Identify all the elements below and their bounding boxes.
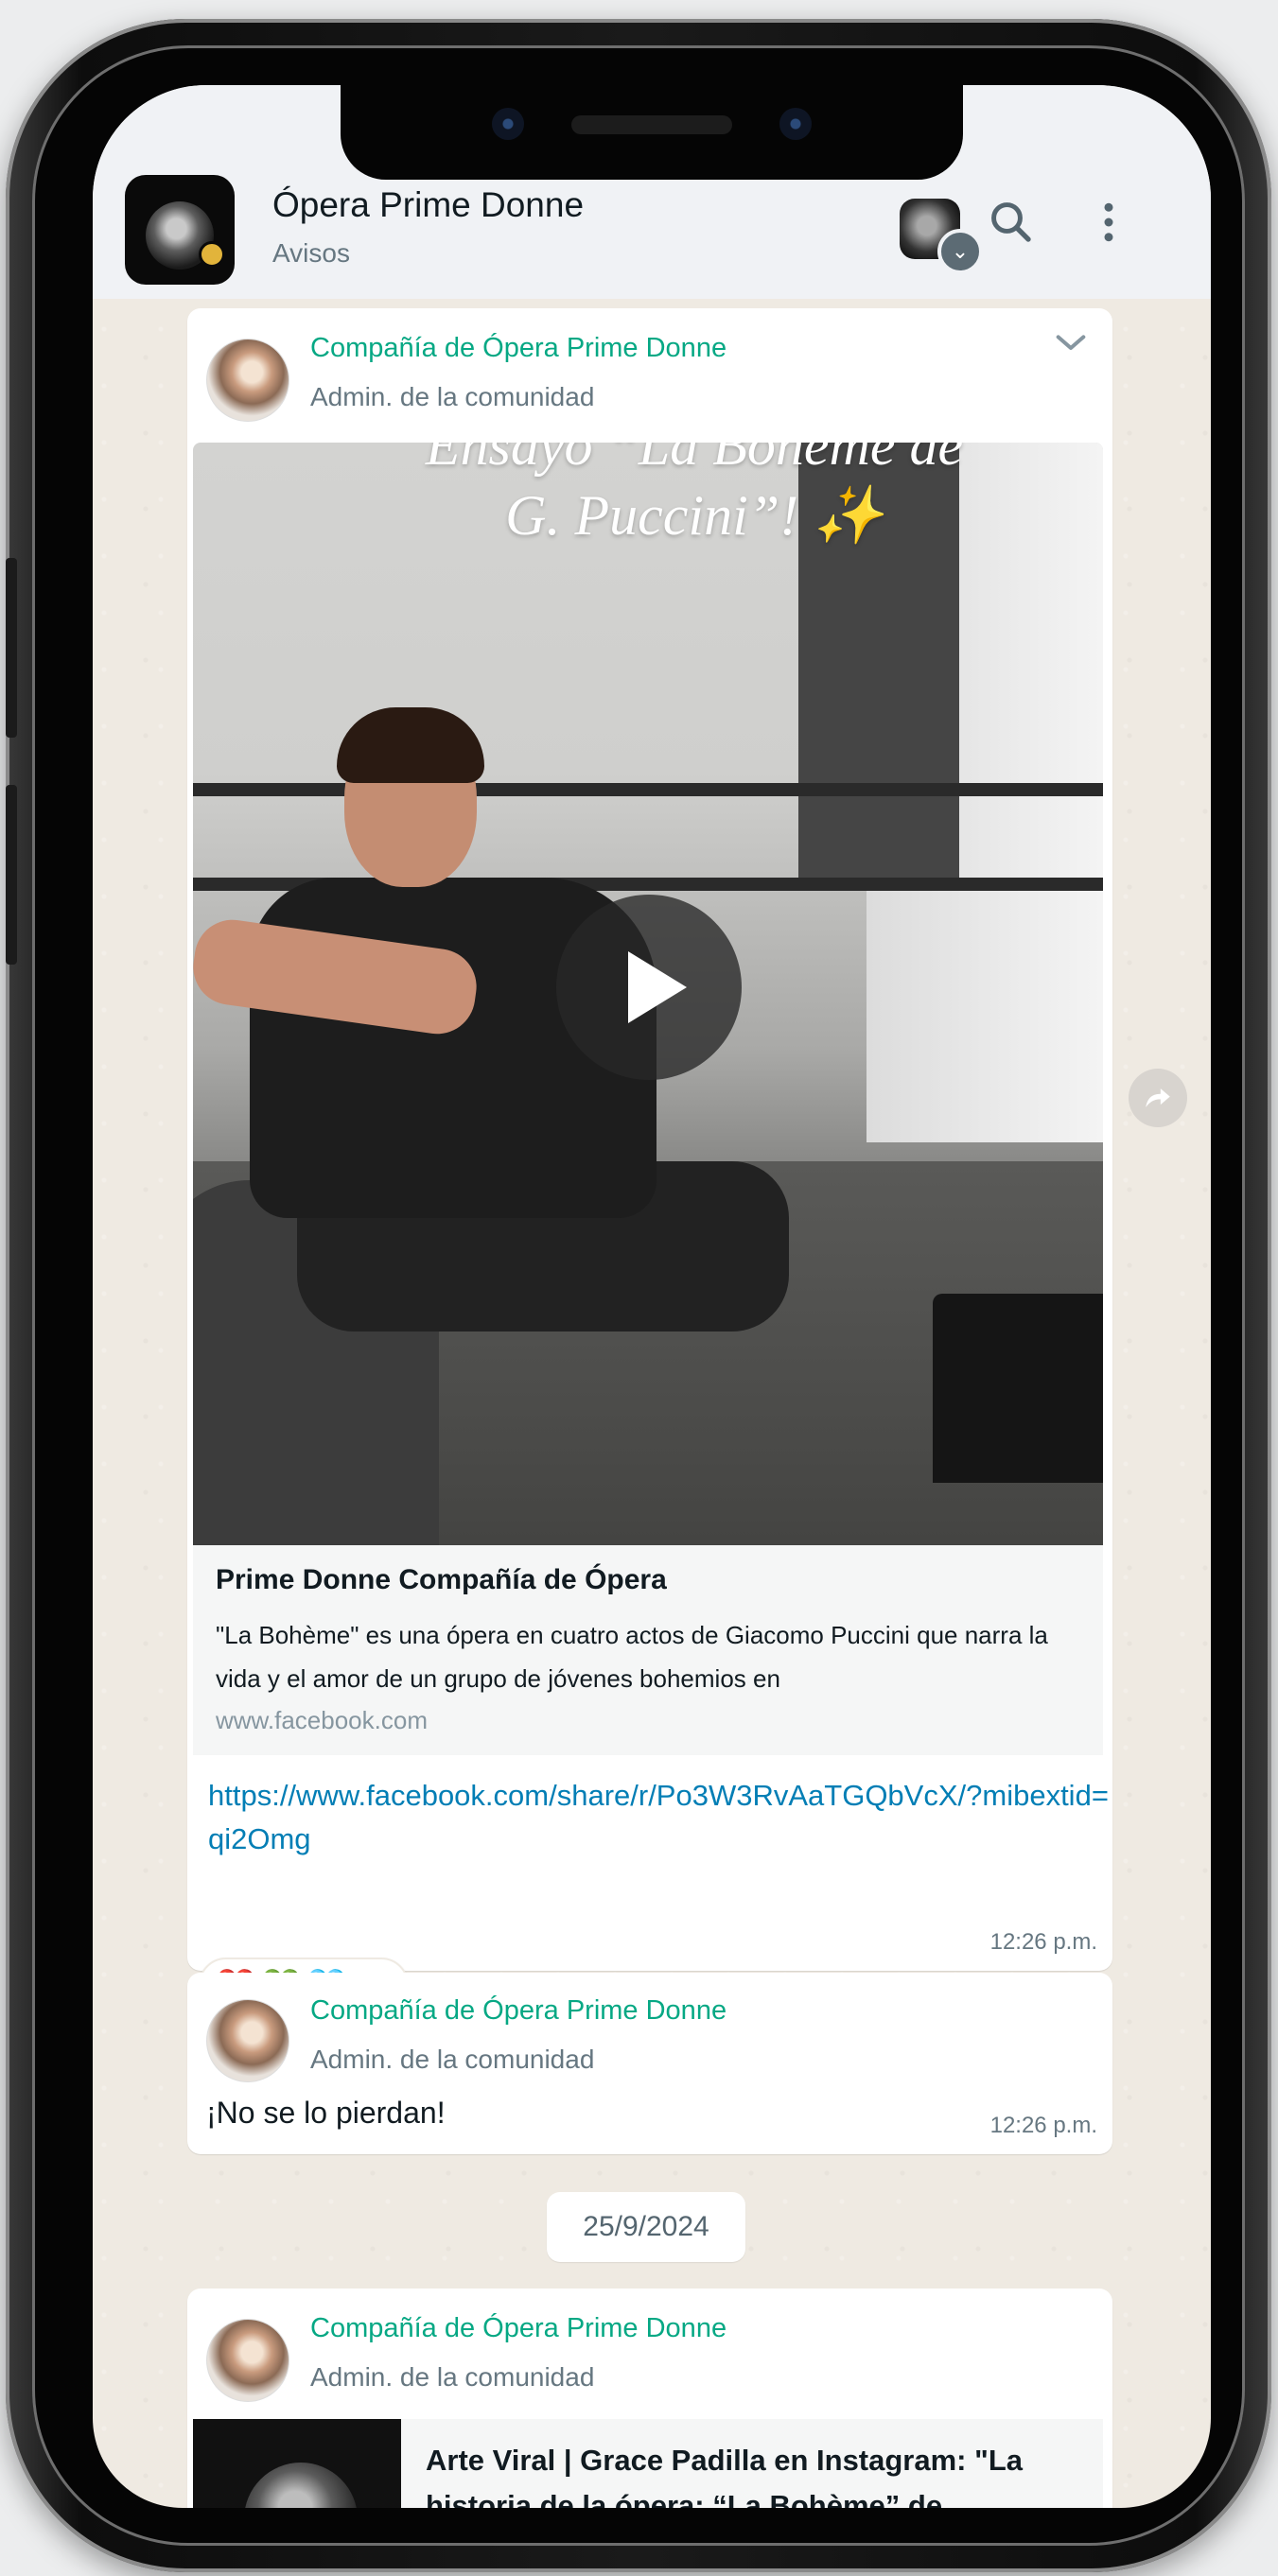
chevron-down-icon[interactable]: ⌄ bbox=[937, 229, 983, 274]
sender-name[interactable]: Compañía de Ópera Prime Donne bbox=[310, 2313, 727, 2344]
video-scene-rail bbox=[193, 783, 1103, 796]
chat-screen: Ópera Prime Donne Avisos ⌄ Compañía de Ó… bbox=[93, 85, 1211, 2508]
sender-name[interactable]: Compañía de Ópera Prime Donne bbox=[310, 1995, 727, 2027]
sender-avatar[interactable] bbox=[206, 2319, 289, 2402]
sender-name[interactable]: Compañía de Ópera Prime Donne bbox=[310, 333, 727, 364]
link-preview-domain: www.facebook.com bbox=[216, 1706, 428, 1734]
link-preview[interactable]: Prime Donne Compañía de Ópera "La Bohème… bbox=[193, 1545, 1103, 1755]
sender-role: Admin. de la comunidad bbox=[310, 2362, 595, 2392]
search-icon[interactable] bbox=[986, 197, 1037, 248]
sender-role: Admin. de la comunidad bbox=[310, 382, 595, 411]
link-preview-description: "La Bohème" es una ópera en cuatro actos… bbox=[216, 1621, 1048, 1693]
camera-icon bbox=[492, 108, 524, 140]
link-preview-title: Prime Donne Compañía de Ópera bbox=[216, 1564, 667, 1595]
sender-role: Admin. de la comunidad bbox=[310, 2045, 595, 2074]
video-scene-box bbox=[933, 1294, 1103, 1483]
sensor-icon bbox=[779, 108, 812, 140]
link-preview[interactable]: Arte Viral | Grace Padilla en Instagram:… bbox=[193, 2419, 1103, 2508]
link-preview-thumbnail-image bbox=[244, 2463, 358, 2508]
video-thumbnail[interactable]: Ensayo “La Bohème de G. Puccini”! ✨ bbox=[193, 443, 1103, 1545]
link-preview-thumbnail bbox=[193, 2419, 401, 2508]
message-link[interactable]: https://www.facebook.com/share/r/Po3W3Rv… bbox=[208, 1774, 1116, 1861]
play-icon[interactable] bbox=[556, 895, 742, 1080]
message-bubble[interactable]: Compañía de Ópera Prime Donne Admin. de … bbox=[187, 308, 1112, 1971]
chevron-down-icon[interactable] bbox=[1052, 329, 1090, 357]
message-time: 12:26 p.m. bbox=[989, 1929, 1097, 1955]
sender-avatar[interactable] bbox=[206, 339, 289, 422]
video-scene-person bbox=[337, 707, 484, 783]
link-preview-title: Arte Viral | Grace Padilla en Instagram:… bbox=[426, 2444, 1023, 2508]
video-overlay-text: Ensayo “La Bohème de G. Puccini”! ✨ bbox=[425, 443, 964, 547]
phone-notch bbox=[341, 85, 963, 180]
more-vertical-icon[interactable] bbox=[1097, 197, 1120, 248]
community-badge-icon bbox=[199, 241, 225, 268]
forward-button[interactable] bbox=[1129, 1069, 1187, 1127]
sender-avatar[interactable] bbox=[206, 1999, 289, 2082]
speaker-grille bbox=[571, 115, 732, 134]
group-name[interactable]: Ópera Prime Donne bbox=[272, 185, 584, 225]
forward-icon bbox=[1146, 1088, 1170, 1107]
group-subtitle: Avisos bbox=[272, 238, 350, 268]
group-avatar[interactable] bbox=[125, 175, 235, 285]
date-separator: 25/9/2024 bbox=[547, 2192, 745, 2262]
message-bubble[interactable]: Compañía de Ópera Prime Donne Admin. de … bbox=[187, 1973, 1112, 2154]
message-text: ¡No se lo pierdan! bbox=[206, 2096, 446, 2130]
volume-down-button bbox=[6, 785, 17, 965]
message-time: 12:26 p.m. bbox=[989, 2113, 1097, 2138]
volume-up-button bbox=[6, 558, 17, 738]
message-bubble[interactable]: Compañía de Ópera Prime Donne Admin. de … bbox=[187, 2289, 1112, 2508]
